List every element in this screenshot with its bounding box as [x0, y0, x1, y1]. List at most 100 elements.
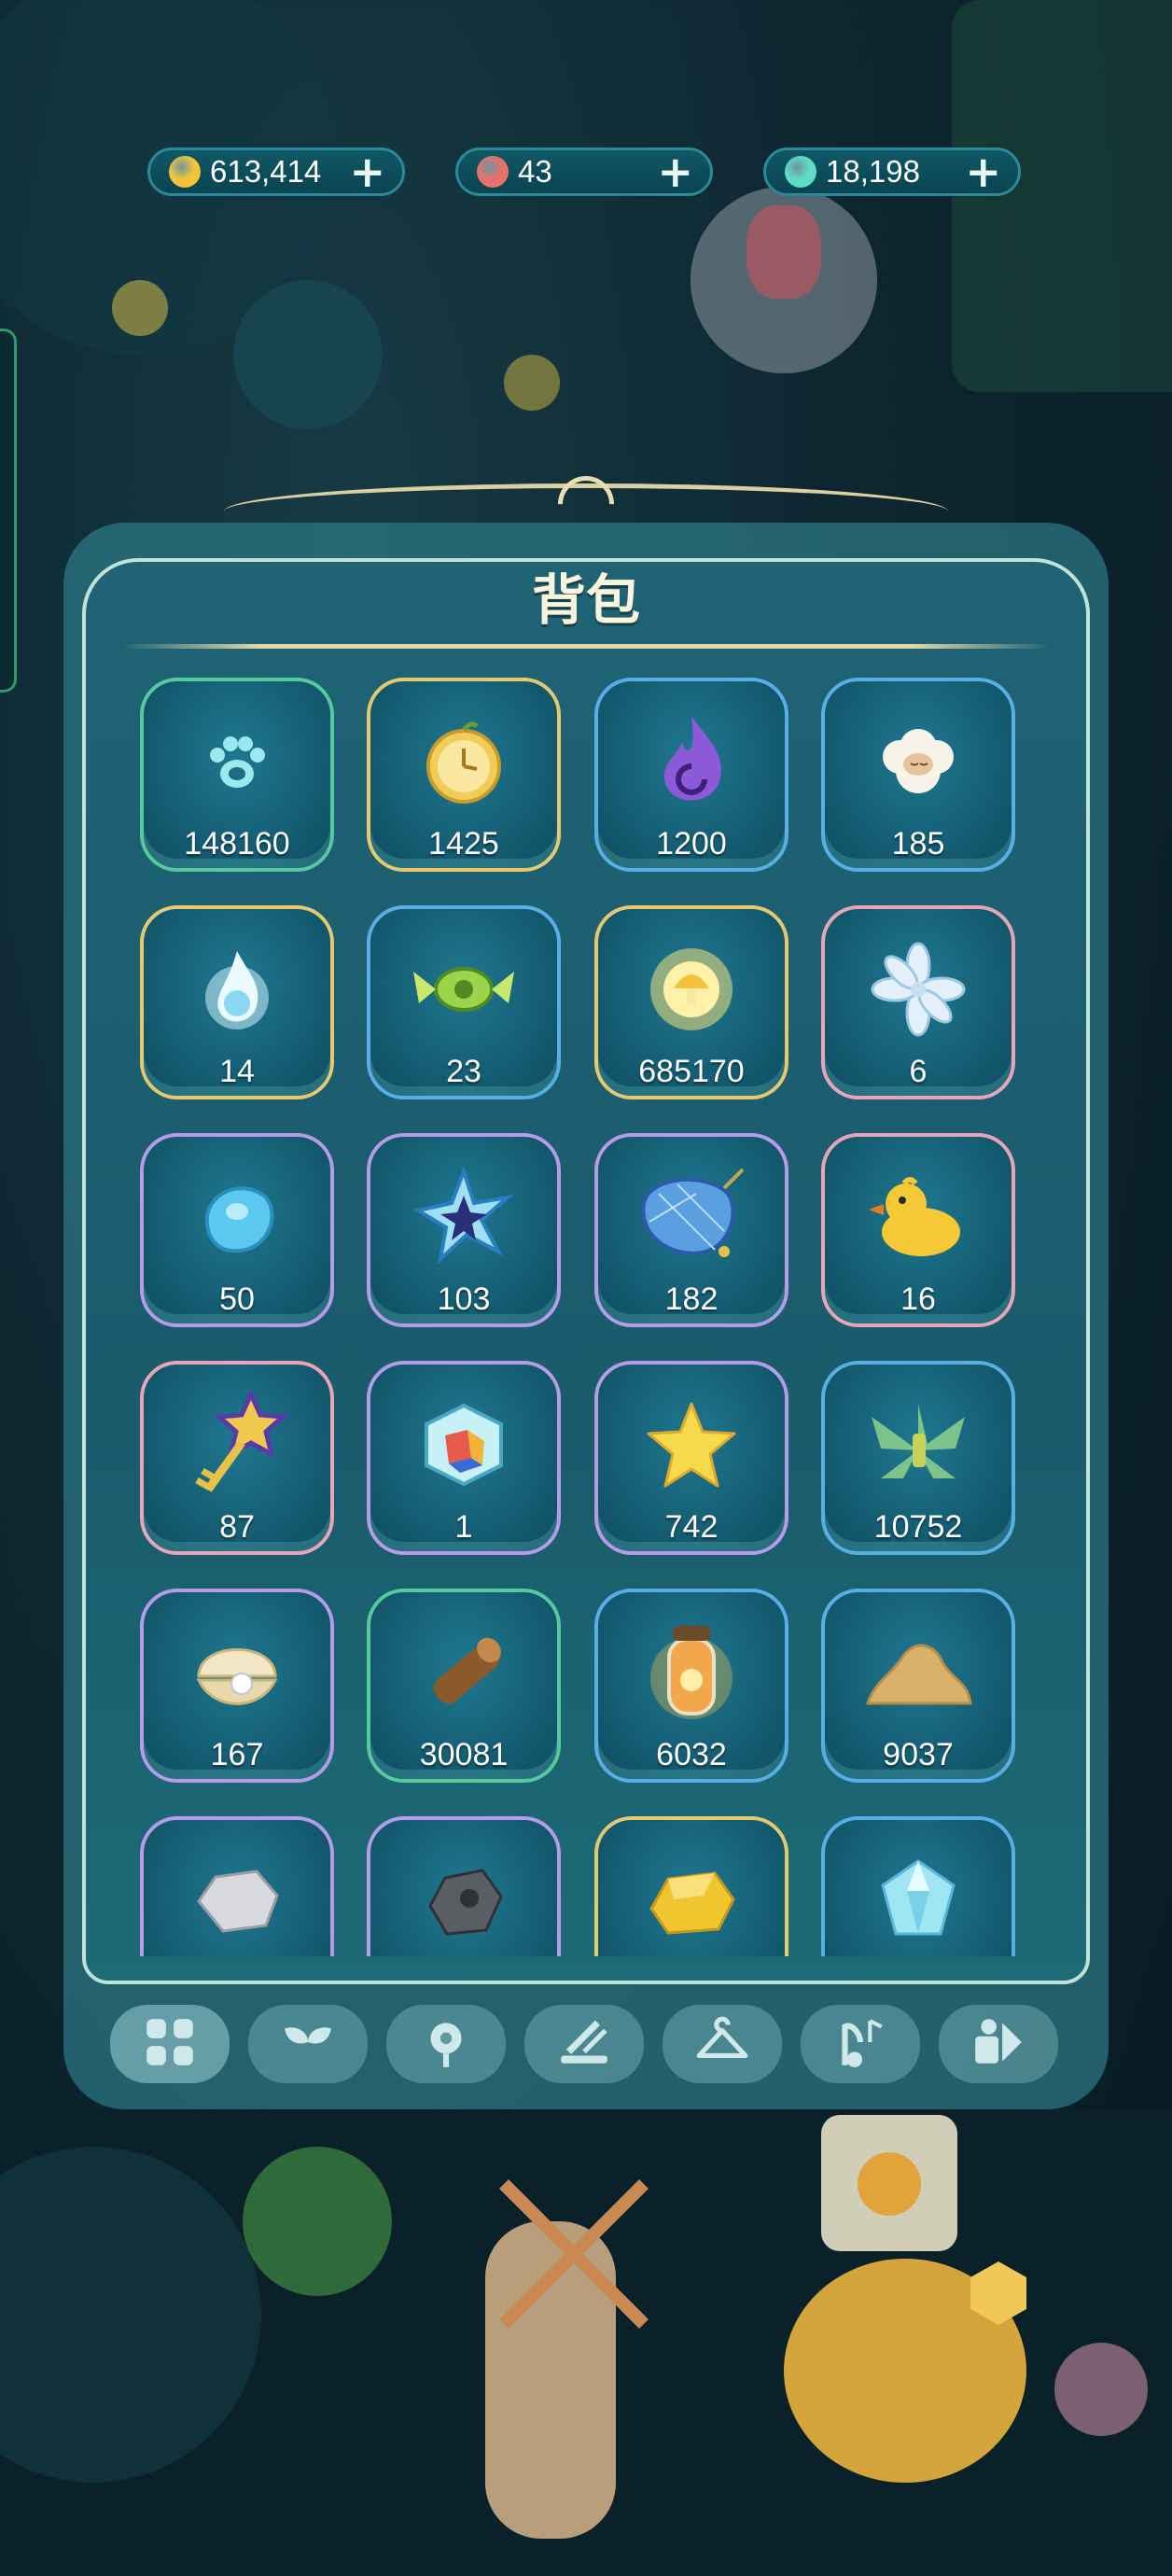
- item-count: 14: [219, 1054, 255, 1089]
- blue-spirit-flame-icon: [190, 938, 284, 1044]
- item-count: 9037: [883, 1737, 954, 1772]
- bottom-scenery: [0, 2109, 1172, 2576]
- currency-value: 613,414: [210, 154, 322, 189]
- inventory-item-slot[interactable]: [367, 1816, 561, 1956]
- inventory-item-slot[interactable]: 1425: [367, 678, 561, 872]
- item-count: 685170: [638, 1054, 745, 1089]
- tab-tools[interactable]: [524, 2005, 644, 2083]
- inventory-item-slot[interactable]: 742: [594, 1361, 788, 1555]
- inventory-item-slot[interactable]: 87: [140, 1361, 334, 1555]
- glowing-mushroom-orb-icon: [640, 938, 743, 1044]
- item-count: 1: [454, 1509, 473, 1545]
- gold-coin-icon: [169, 156, 201, 188]
- item-count: 1200: [656, 826, 727, 861]
- inventory-item-slot[interactable]: 23: [367, 905, 561, 1099]
- inventory-item-slot[interactable]: 14: [140, 905, 334, 1099]
- item-count: 148160: [184, 826, 290, 861]
- tab-grid-all[interactable]: [110, 2005, 230, 2083]
- pearl-shell-icon: [186, 1626, 288, 1723]
- item-count: 167: [210, 1737, 264, 1772]
- star-key-icon: [186, 1388, 289, 1505]
- diamond-gem-icon: [872, 1854, 965, 1951]
- title-divider: [121, 644, 1051, 649]
- item-count: 87: [219, 1509, 255, 1545]
- paw-print-icon: [195, 720, 279, 807]
- currency-value: 18,198: [826, 154, 920, 189]
- item-grid[interactable]: 148160 1425 1200 185 14 23 685170 6 50 103 182 16 87…: [140, 672, 1036, 1956]
- category-tab-bar: [110, 2005, 1062, 2089]
- item-count: 6: [909, 1054, 928, 1089]
- item-count: 10752: [873, 1509, 963, 1545]
- inventory-item-slot[interactable]: 10752: [821, 1361, 1015, 1555]
- panel-title: 背包: [531, 568, 640, 632]
- tab-music-note[interactable]: [801, 2005, 920, 2083]
- music-note-icon: [831, 2013, 889, 2075]
- sheep-icon: [872, 720, 965, 807]
- inventory-item-slot[interactable]: 1200: [594, 678, 788, 872]
- puzzle-misc-icon: [970, 2013, 1027, 2075]
- item-count: 30081: [419, 1737, 509, 1772]
- currency-stars: 18,198 +: [763, 147, 1021, 196]
- grass-bundle-icon: [862, 1398, 974, 1495]
- iron-ore-icon: [417, 1854, 510, 1951]
- item-count: 16: [900, 1281, 936, 1317]
- side-edge-tab[interactable]: [0, 329, 17, 693]
- add-coins-button[interactable]: +: [349, 150, 385, 193]
- tab-hanger[interactable]: [663, 2005, 782, 2083]
- item-count: 103: [437, 1281, 491, 1317]
- inventory-item-slot[interactable]: [140, 1816, 334, 1956]
- teal-star-gem-icon: [785, 156, 816, 188]
- currency-tokens: 43 +: [455, 147, 713, 196]
- inventory-item-slot[interactable]: 16: [821, 1133, 1015, 1327]
- item-count: 182: [664, 1281, 719, 1317]
- golden-clock-fruit-icon: [417, 715, 510, 812]
- item-count: 185: [891, 826, 945, 861]
- inventory-item-slot[interactable]: 182: [594, 1133, 788, 1327]
- item-count: 6032: [656, 1737, 727, 1772]
- add-stars-button[interactable]: +: [965, 150, 1001, 193]
- flower-lantern-icon: [417, 2013, 475, 2075]
- wood-log-icon: [412, 1626, 515, 1723]
- sand-pile-icon: [862, 1631, 974, 1718]
- yellow-star-icon: [645, 1398, 738, 1495]
- inventory-item-slot[interactable]: 6: [821, 905, 1015, 1099]
- inventory-item-slot[interactable]: 30081: [367, 1589, 561, 1783]
- item-count: 742: [664, 1509, 719, 1545]
- inventory-item-slot[interactable]: [821, 1816, 1015, 1956]
- tab-flower-lantern[interactable]: [386, 2005, 506, 2083]
- red-flower-token-icon: [477, 156, 509, 188]
- tab-sprout[interactable]: [248, 2005, 368, 2083]
- rubber-duck-icon: [867, 1170, 970, 1267]
- gold-nugget-icon: [640, 1858, 743, 1946]
- inventory-item-slot[interactable]: [594, 1816, 788, 1956]
- hanger-icon: [693, 2013, 751, 2075]
- sprout-icon: [279, 2013, 337, 2075]
- inventory-item-slot[interactable]: 50: [140, 1133, 334, 1327]
- water-drop-slime-icon: [190, 1170, 284, 1267]
- purple-flame-icon: [645, 710, 738, 817]
- gray-stone-icon: [186, 1858, 288, 1946]
- currency-value: 43: [518, 154, 552, 189]
- blue-star-crystal-icon: [412, 1165, 515, 1272]
- crystal-flower-icon: [867, 938, 970, 1044]
- butterfly-net-icon: [631, 1166, 752, 1272]
- inventory-item-slot[interactable]: 148160: [140, 678, 334, 872]
- tab-puzzle-misc[interactable]: [939, 2005, 1058, 2083]
- prism-cube-icon: [417, 1398, 510, 1495]
- inventory-item-slot[interactable]: 167: [140, 1589, 334, 1783]
- grid-all-icon: [141, 2013, 199, 2075]
- tools-icon: [555, 2013, 613, 2075]
- inventory-item-slot[interactable]: 103: [367, 1133, 561, 1327]
- inventory-item-slot[interactable]: 185: [821, 678, 1015, 872]
- firefly-jar-icon: [645, 1617, 738, 1732]
- green-candy-icon: [408, 947, 520, 1035]
- inventory-item-slot[interactable]: 1: [367, 1361, 561, 1555]
- item-count: 1425: [428, 826, 499, 861]
- item-count: 23: [446, 1054, 481, 1089]
- inventory-item-slot[interactable]: 9037: [821, 1589, 1015, 1783]
- inventory-item-slot[interactable]: 685170: [594, 905, 788, 1099]
- add-tokens-button[interactable]: +: [657, 150, 693, 193]
- item-count: 50: [219, 1281, 255, 1317]
- currency-coins: 613,414 +: [147, 147, 405, 196]
- inventory-item-slot[interactable]: 6032: [594, 1589, 788, 1783]
